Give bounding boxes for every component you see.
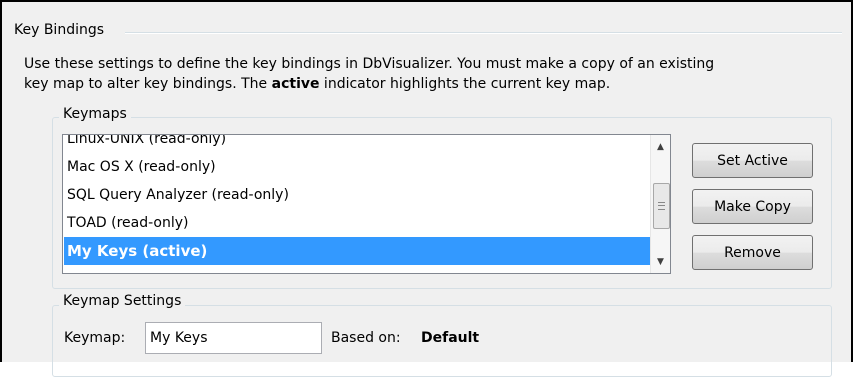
keymaps-list-items: Linux-UNIX (read-only) Mac OS X (read-onl… (64, 135, 650, 265)
keymap-list-item[interactable]: TOAD (read-only) (64, 209, 650, 237)
keymap-settings-title: Keymap Settings (59, 293, 186, 309)
keymap-list-item[interactable]: My Keys (active) (64, 237, 650, 265)
keymap-list-item[interactable]: Mac OS X (read-only) (64, 153, 650, 181)
grip-icon (658, 202, 665, 210)
based-on-value: Default (421, 330, 480, 346)
description-line-1: Use these settings to define the key bin… (24, 56, 715, 72)
keymaps-group-title: Keymaps (59, 106, 131, 122)
section-title: Key Bindings (14, 22, 105, 38)
scroll-up-icon[interactable]: ▲ (651, 137, 670, 156)
set-active-button[interactable]: Set Active (692, 143, 813, 178)
key-bindings-panel: Key Bindings Use these settings to defin… (0, 0, 853, 377)
keymaps-scrollbar[interactable]: ▲ ▼ (650, 135, 670, 273)
keymaps-list[interactable]: Linux-UNIX (read-only) Mac OS X (read-onl… (62, 134, 671, 274)
keymap-list-item[interactable]: Linux-UNIX (read-only) (64, 135, 650, 153)
remove-button[interactable]: Remove (692, 235, 813, 270)
scroll-thumb[interactable] (653, 183, 670, 229)
active-keyword: active (271, 76, 320, 92)
based-on-label: Based on: (331, 330, 401, 346)
keymap-label: Keymap: (64, 330, 126, 346)
keymap-list-item[interactable]: SQL Query Analyzer (read-only) (64, 181, 650, 209)
keymap-name-input[interactable]: My Keys (145, 322, 322, 354)
section-divider (125, 32, 842, 34)
section-description: Use these settings to define the key bin… (24, 54, 834, 94)
make-copy-button[interactable]: Make Copy (692, 189, 813, 224)
scroll-down-icon[interactable]: ▼ (651, 252, 670, 271)
description-line-2: key map to alter key bindings. The activ… (24, 76, 611, 92)
